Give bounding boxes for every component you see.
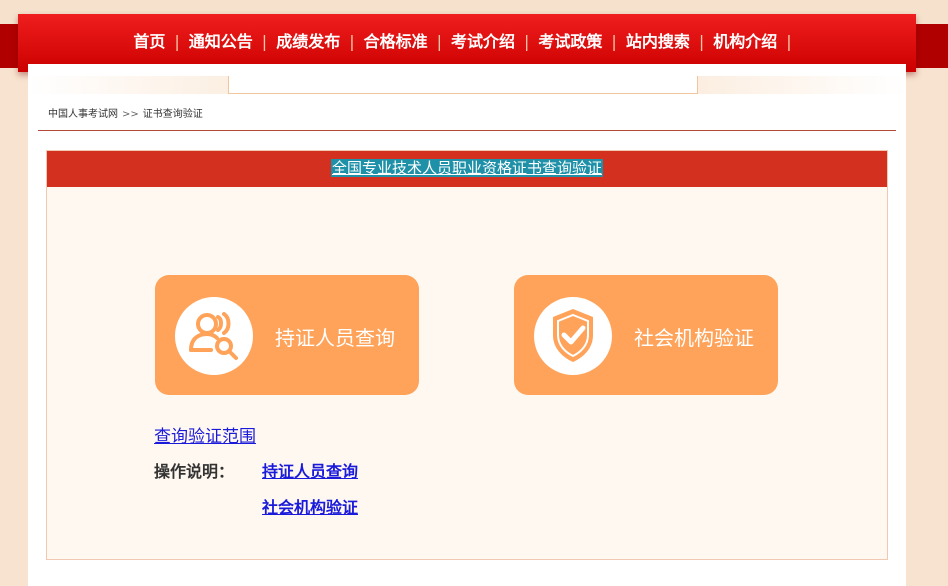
org-icon-circle <box>534 297 612 375</box>
nav-item-org-intro[interactable]: 机构介绍 <box>713 28 777 52</box>
nav-item-standards[interactable]: 合格标准 <box>364 28 428 52</box>
panel-header: 全国专业技术人员职业资格证书查询验证 <box>47 151 887 187</box>
nav-edge-left <box>0 24 18 68</box>
breadcrumb-separator: >> <box>122 109 139 120</box>
breadcrumb-current: 证书查询验证 <box>142 109 203 120</box>
nav-item-search[interactable]: 站内搜索 <box>626 28 690 52</box>
org-verify-label: 社会机构验证 <box>634 326 754 350</box>
nav-separator: | <box>611 32 617 51</box>
nav-item-notices[interactable]: 通知公告 <box>189 28 253 52</box>
operation-label: 操作说明： <box>154 462 235 481</box>
nav-menu: 首页 | 通知公告 | 成绩发布 | 合格标准 | 考试介绍 | 考试政策 | 站内搜索 | 机构介绍 | <box>18 28 916 52</box>
holder-icon-circle <box>175 297 253 375</box>
panel-title-link[interactable]: 全国专业技术人员职业资格证书查询验证 <box>330 159 603 177</box>
nav-item-scores[interactable]: 成绩发布 <box>276 28 340 52</box>
operation-org-link[interactable]: 社会机构验证 <box>262 494 358 518</box>
nav-item-home[interactable]: 首页 <box>133 28 165 52</box>
nav-separator: | <box>436 32 442 51</box>
content-area: 中国人事考试网 >> 证书查询验证 全国专业技术人员职业资格证书查询验证 持证人… <box>28 64 906 586</box>
verification-panel: 全国专业技术人员职业资格证书查询验证 持证人员查询 社会机构验证 查询验证范围 … <box>46 150 888 560</box>
operation-holder-link[interactable]: 持证人员查询 <box>262 458 358 482</box>
nav-edge-right <box>916 24 948 68</box>
org-verify-button[interactable]: 社会机构验证 <box>514 275 778 395</box>
nav-item-policy[interactable]: 考试政策 <box>538 28 602 52</box>
breadcrumb: 中国人事考试网 >> 证书查询验证 <box>48 105 203 120</box>
holder-query-button[interactable]: 持证人员查询 <box>155 275 419 395</box>
nav-separator: | <box>261 32 268 51</box>
nav-separator: | <box>524 32 530 51</box>
shield-check-icon <box>553 309 593 362</box>
verification-scope-link[interactable]: 查询验证范围 <box>154 422 256 447</box>
nav-separator: | <box>698 32 705 51</box>
nav-item-exam-intro[interactable]: 考试介绍 <box>451 28 515 52</box>
holder-query-label: 持证人员查询 <box>275 326 395 350</box>
nav-separator: | <box>786 32 792 51</box>
nav-separator: | <box>174 32 180 51</box>
breadcrumb-divider <box>38 130 896 131</box>
person-search-icon <box>189 312 238 360</box>
nav-separator: | <box>349 32 355 51</box>
decorative-tab <box>228 76 698 94</box>
breadcrumb-home-link[interactable]: 中国人事考试网 <box>48 109 118 120</box>
